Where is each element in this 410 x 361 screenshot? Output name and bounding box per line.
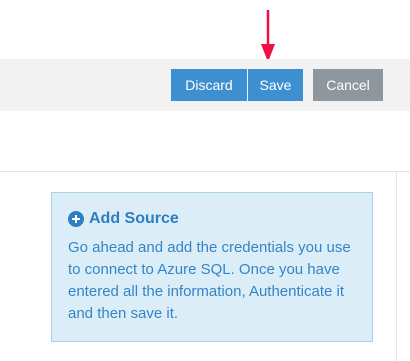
content-panel-top-border — [0, 171, 410, 172]
page: Discard Save Cancel Add Source Go ahead … — [0, 0, 410, 361]
info-box-body: Go ahead and add the credentials you use… — [68, 239, 351, 322]
red-arrow-down-icon — [261, 10, 275, 62]
plus-circle-icon — [68, 211, 84, 227]
cancel-button[interactable]: Cancel — [313, 69, 383, 101]
content-panel-right-border — [396, 171, 397, 361]
info-box-title: Add Source — [89, 210, 179, 227]
save-button[interactable]: Save — [247, 69, 303, 101]
discard-button[interactable]: Discard — [171, 69, 247, 101]
info-box-header: Add Source — [68, 209, 356, 229]
add-source-info-box: Add Source Go ahead and add the credenti… — [51, 192, 373, 342]
